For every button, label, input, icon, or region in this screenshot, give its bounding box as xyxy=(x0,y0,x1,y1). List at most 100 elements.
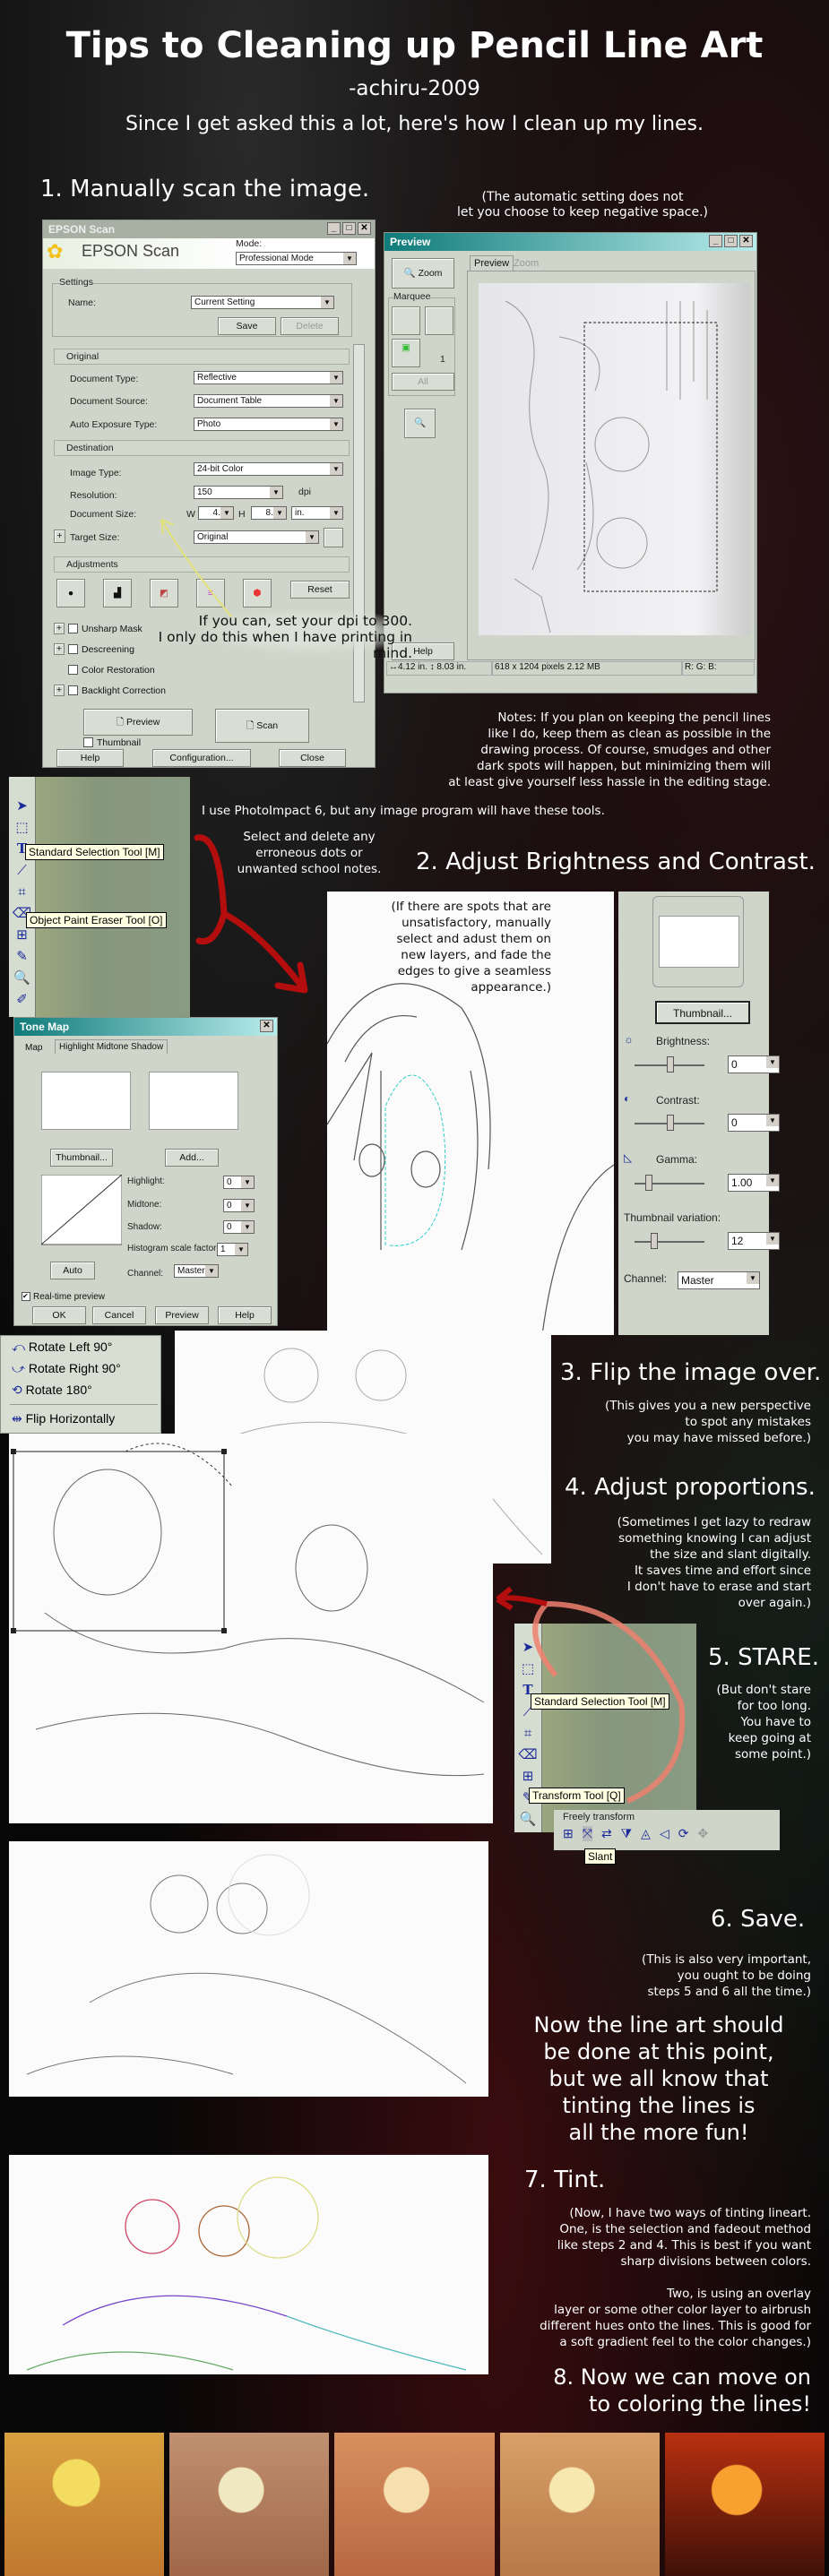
crop-tool-icon[interactable]: ⌗ xyxy=(9,881,35,902)
tone-curve[interactable] xyxy=(41,1175,122,1246)
menu-item-flip-horizontally[interactable]: ⇹ Flip Horizontally xyxy=(12,1411,115,1426)
midtone-field[interactable]: 0 xyxy=(223,1199,255,1212)
tab-preview[interactable]: Preview xyxy=(470,255,514,271)
gamma-slider[interactable] xyxy=(635,1175,704,1191)
distort-icon[interactable]: ⇄ xyxy=(601,1826,612,1841)
maximize-button[interactable]: □ xyxy=(342,222,356,235)
pick-tool-icon[interactable]: ➤ xyxy=(9,795,35,816)
thumbnail-button[interactable]: Thumbnail... xyxy=(655,1001,750,1024)
flip-icon[interactable]: ◬ xyxy=(641,1826,651,1841)
scan-button[interactable]: 🗋 Scan xyxy=(215,709,309,743)
resolution-label: Resolution: xyxy=(70,490,117,501)
zoom-tool-icon[interactable]: 🔍 xyxy=(9,967,35,988)
rotate-icon[interactable]: ⟳ xyxy=(678,1826,689,1841)
expand-target-size-button[interactable]: + xyxy=(54,530,65,543)
tinted-sketch[interactable] xyxy=(9,2155,488,2374)
delete-marquee-button[interactable] xyxy=(392,306,420,335)
mirror-icon[interactable]: ◁ xyxy=(660,1826,669,1841)
coloring-stage-5[interactable] xyxy=(664,2433,825,2576)
preview-button[interactable]: 🗋 Preview xyxy=(83,709,193,736)
coloring-stage-4[interactable] xyxy=(499,2433,660,2576)
cancel-button[interactable]: Cancel xyxy=(92,1306,146,1324)
help-button[interactable]: Help xyxy=(56,749,124,767)
tab-highlight-midtone-shadow[interactable]: Highlight Midtone Shadow xyxy=(55,1039,168,1054)
histogram-scale-select[interactable]: 1 xyxy=(217,1243,248,1256)
height-field[interactable]: 8.03 xyxy=(251,506,287,520)
duplicate-marquee-button[interactable] xyxy=(425,306,453,335)
tab-zoom[interactable]: Zoom xyxy=(510,256,542,271)
check-color-restoration[interactable]: Color Restoration xyxy=(54,659,166,680)
minimize-button[interactable]: _ xyxy=(709,235,722,247)
check-backlight-correction[interactable]: + Backlight Correction xyxy=(54,680,166,701)
auto-exposure-icon[interactable]: ● xyxy=(56,579,85,607)
menu-item-rotate-left[interactable]: ⤺ Rotate Left 90° xyxy=(12,1340,112,1355)
paint-tool-icon[interactable]: ✐ xyxy=(9,988,35,1010)
highlight-field[interactable]: 0 xyxy=(223,1176,255,1189)
eyedropper-icon[interactable]: ✎ xyxy=(9,945,35,967)
perspective-icon[interactable]: ⧩ xyxy=(621,1826,633,1841)
selection-tool-icon[interactable]: ⬚ xyxy=(9,816,35,838)
all-button[interactable]: All xyxy=(392,373,454,391)
flipped-sketch[interactable] xyxy=(9,1434,493,1823)
save-button[interactable]: Save xyxy=(218,317,276,335)
cleaned-sketch[interactable] xyxy=(9,1841,488,2097)
gamma-field[interactable]: 1.00 xyxy=(728,1174,780,1192)
menu-item-rotate-180[interactable]: ⟲ Rotate 180° xyxy=(12,1383,92,1398)
sketch-closeup[interactable]: (If there are spots that are unsatisfacto… xyxy=(327,892,614,1335)
check-descreening[interactable]: + Descreening xyxy=(54,639,166,659)
auto-button[interactable]: Auto xyxy=(50,1262,95,1279)
close-button[interactable]: ✕ xyxy=(358,222,371,235)
brightness-slider[interactable] xyxy=(635,1056,704,1073)
close-button[interactable]: ✕ xyxy=(739,235,753,247)
mode-select[interactable]: Professional Mode xyxy=(236,252,357,265)
image-type-select[interactable]: 24-bit Color xyxy=(194,462,343,476)
shadow-field[interactable]: 0 xyxy=(223,1220,255,1234)
scanned-sketch-preview[interactable] xyxy=(479,283,750,635)
tab-map[interactable]: Map xyxy=(25,1043,42,1053)
preview-button[interactable]: Preview xyxy=(155,1306,209,1324)
resolution-select[interactable]: 150 xyxy=(194,486,283,499)
unit-select[interactable]: in. xyxy=(291,506,343,520)
channel-select[interactable]: Master xyxy=(174,1264,219,1278)
auto-exposure-select[interactable]: Photo xyxy=(194,418,343,431)
variation-slider[interactable] xyxy=(635,1233,704,1249)
rotate-transform-icon[interactable]: ⊞ xyxy=(563,1826,574,1841)
name-select[interactable]: Current Setting xyxy=(191,296,334,309)
contrast-field[interactable]: 0 xyxy=(728,1114,780,1132)
channel-select[interactable]: Master xyxy=(678,1271,760,1289)
color-palette-icon[interactable]: ⬢ xyxy=(243,579,272,607)
delete-button[interactable]: Delete xyxy=(281,317,339,335)
reset-button[interactable]: Reset xyxy=(290,581,350,599)
slant-icon[interactable]: ⤧ xyxy=(582,1826,592,1841)
configuration-button[interactable]: Configuration... xyxy=(152,749,251,767)
line-tool-icon[interactable]: ⟋ xyxy=(9,859,35,881)
note-line: to spot any mistakes xyxy=(685,1415,811,1429)
histogram-icon[interactable]: ▟ xyxy=(103,579,132,607)
coloring-stage-1[interactable] xyxy=(4,2433,165,2576)
zoom-button[interactable]: 🔍 Zoom xyxy=(392,258,454,289)
doc-type-select[interactable]: Reflective xyxy=(194,371,343,384)
zoom-tool-icon[interactable]: 🔍 xyxy=(514,1808,541,1830)
close-button[interactable]: ✕ xyxy=(260,1020,273,1032)
doc-source-select[interactable]: Document Table xyxy=(194,394,343,408)
maximize-button[interactable]: □ xyxy=(724,235,738,247)
image-adjust-button[interactable]: 🔍 xyxy=(404,409,436,438)
add-button[interactable]: Add... xyxy=(165,1149,219,1167)
ok-button[interactable]: OK xyxy=(32,1306,86,1324)
contrast-slider[interactable] xyxy=(635,1115,704,1131)
coloring-stage-2[interactable] xyxy=(169,2433,330,2576)
thumbnail-button[interactable]: Thumbnail... xyxy=(50,1149,113,1167)
close-dialog-button[interactable]: Close xyxy=(279,749,346,767)
coloring-stage-3[interactable] xyxy=(334,2433,495,2576)
realtime-preview-checkbox[interactable]: ✔ Real-time preview xyxy=(22,1292,105,1302)
minimize-button[interactable]: _ xyxy=(327,222,341,235)
help-button[interactable]: Help xyxy=(218,1306,272,1324)
menu-item-rotate-right[interactable]: ⤻ Rotate Right 90° xyxy=(12,1361,121,1376)
check-unsharp-mask[interactable]: + Unsharp Mask xyxy=(54,618,166,639)
orientation-button[interactable] xyxy=(324,528,343,547)
thumbnail-checkbox[interactable]: Thumbnail xyxy=(83,737,141,748)
move-icon[interactable]: ✥ xyxy=(697,1826,708,1841)
variation-field[interactable]: 12 xyxy=(728,1232,780,1250)
auto-locate-button[interactable]: ▣ xyxy=(392,339,420,367)
brightness-field[interactable]: 0 xyxy=(728,1055,780,1073)
